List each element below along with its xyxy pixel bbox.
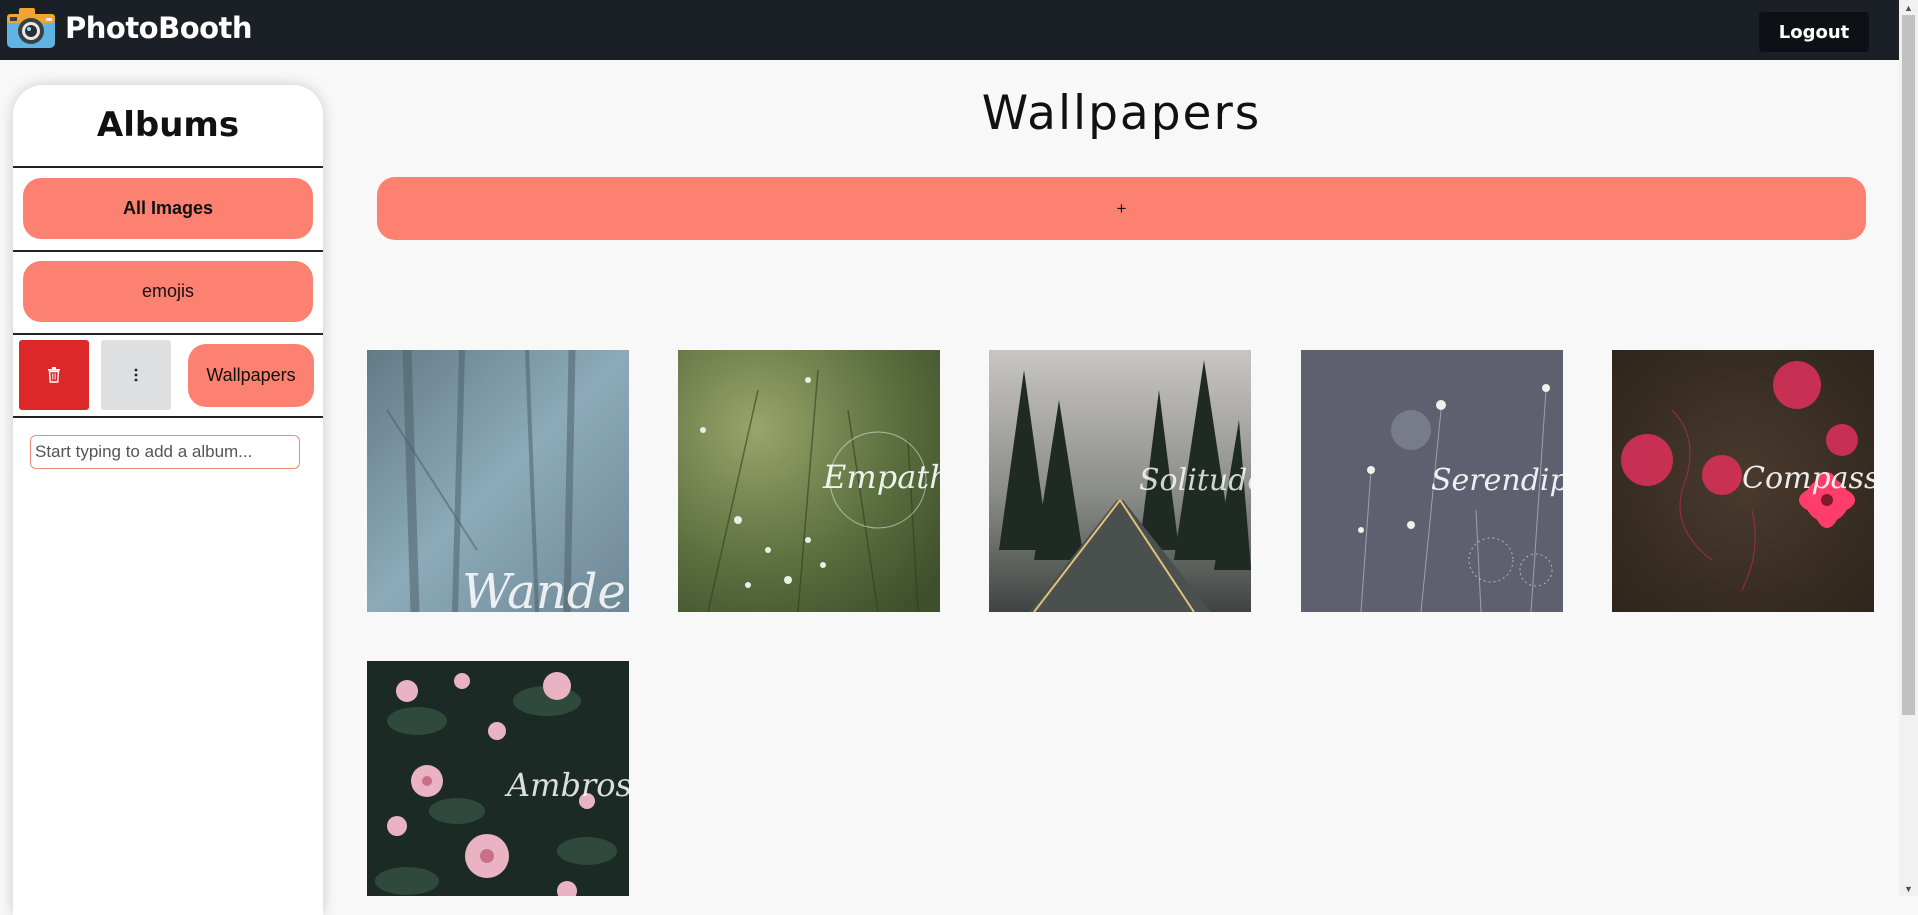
- image-card[interactable]: Empathy: [678, 350, 940, 612]
- scroll-thumb[interactable]: [1902, 15, 1915, 715]
- scroll-up-arrow-icon[interactable]: ▲: [1899, 0, 1918, 15]
- add-image-button[interactable]: +: [377, 177, 1866, 240]
- image-caption: Compassion: [1742, 461, 1874, 496]
- album-options-button[interactable]: [101, 340, 171, 410]
- divider: [13, 333, 323, 335]
- app-name: PhotoBooth: [65, 11, 253, 45]
- wallpaper-image: Solitude: [989, 350, 1251, 612]
- page-scrollbar[interactable]: ▲ ▼: [1899, 0, 1918, 896]
- delete-album-button[interactable]: [19, 340, 89, 410]
- image-caption: Serendipity: [1431, 463, 1563, 498]
- image-card[interactable]: Wanderlust: [367, 350, 629, 612]
- wallpaper-image: Ambrosia: [367, 661, 629, 896]
- more-vertical-icon: [134, 368, 138, 382]
- album-item-wallpapers[interactable]: Wallpapers: [188, 344, 314, 407]
- image-caption: Empathy: [822, 458, 940, 496]
- image-caption: Ambrosia: [504, 766, 629, 804]
- wallpaper-image: Empathy: [678, 350, 940, 612]
- album-item-all-images[interactable]: All Images: [23, 178, 313, 239]
- brand[interactable]: PhotoBooth: [5, 6, 253, 50]
- wallpaper-image: Wanderlust: [367, 350, 629, 612]
- image-caption: Wanderlust: [462, 564, 629, 612]
- album-title: Wallpapers: [981, 86, 1262, 141]
- wallpaper-image: Serendipity: [1301, 350, 1563, 612]
- image-card[interactable]: Ambrosia: [367, 661, 629, 896]
- divider: [13, 250, 323, 252]
- image-card[interactable]: Compassion: [1612, 350, 1874, 612]
- new-album-input[interactable]: [30, 435, 300, 469]
- image-card[interactable]: Serendipity: [1301, 350, 1563, 612]
- divider: [13, 416, 323, 418]
- image-caption: Solitude: [1139, 463, 1251, 498]
- wallpaper-image: Compassion: [1612, 350, 1874, 612]
- top-navbar: PhotoBooth Logout: [0, 0, 1899, 60]
- logout-button[interactable]: Logout: [1759, 12, 1869, 52]
- scroll-down-arrow-icon[interactable]: ▼: [1899, 881, 1918, 896]
- camera-icon: [7, 8, 55, 48]
- image-card[interactable]: Solitude: [989, 350, 1251, 612]
- albums-sidebar: Albums All Images emojis Wallpapers: [13, 85, 323, 915]
- album-item-emojis[interactable]: emojis: [23, 261, 313, 322]
- divider: [13, 166, 323, 168]
- trash-icon: [48, 367, 60, 383]
- sidebar-title: Albums: [96, 105, 240, 145]
